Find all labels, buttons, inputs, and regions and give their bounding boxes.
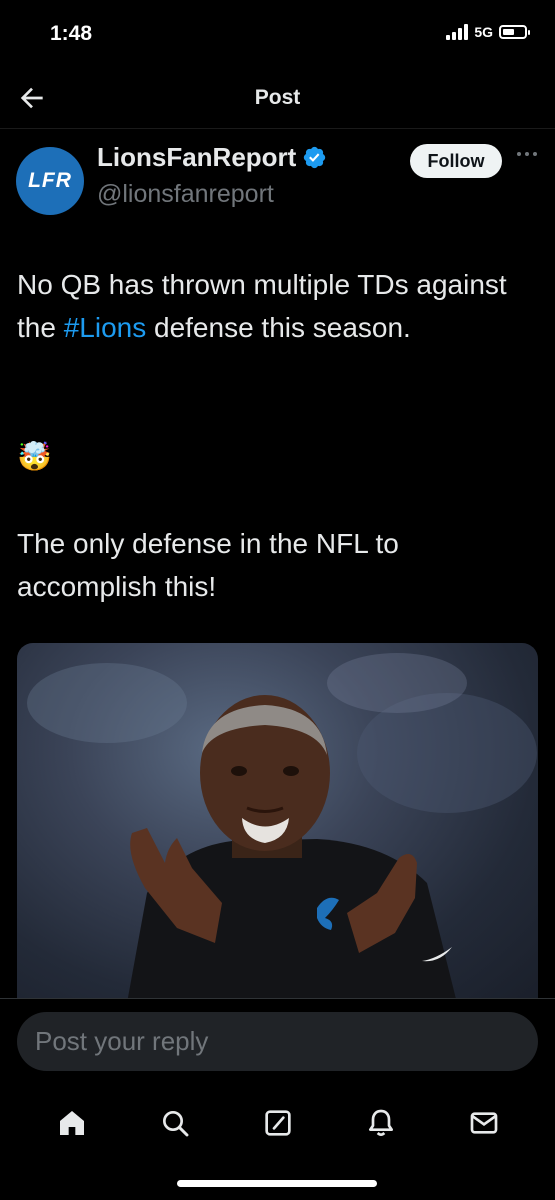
page-title: Post	[254, 86, 301, 109]
signal-icon	[446, 24, 469, 40]
top-bar: Post	[0, 70, 555, 128]
post-text: defense this season.	[146, 312, 411, 343]
network-label: 5G	[474, 24, 493, 40]
post-author: LFR LionsFanReport @lionsfanreport Follo…	[16, 142, 539, 222]
avatar[interactable]: LFR	[16, 147, 84, 215]
verified-badge-icon	[304, 146, 326, 169]
avatar-logo: LFR	[28, 169, 72, 192]
coach-photo-illustration	[27, 653, 537, 1003]
status-bar: 1:48 5G	[0, 0, 555, 70]
bottom-tab-bar	[0, 1088, 555, 1158]
home-indicator[interactable]	[177, 1180, 377, 1187]
follow-button[interactable]: Follow	[410, 144, 502, 178]
search-icon[interactable]	[157, 1105, 193, 1141]
post-text-paragraph-2: The only defense in the NFL to accomplis…	[17, 528, 399, 602]
more-options-icon[interactable]	[517, 148, 539, 160]
post-image[interactable]	[17, 643, 538, 1003]
status-time: 1:48	[50, 22, 93, 45]
status-indicators: 5G	[446, 24, 530, 40]
exploding-head-emoji: 🤯	[17, 441, 52, 472]
compose-icon[interactable]	[260, 1105, 296, 1141]
post-text-paragraph-1: No QB has thrown multiple TDs against th…	[17, 263, 515, 349]
home-icon[interactable]	[54, 1105, 90, 1141]
reply-input[interactable]	[17, 1012, 538, 1071]
hashtag-link[interactable]: #Lions	[64, 312, 147, 343]
author-name-row: LionsFanReport	[97, 142, 327, 173]
messages-icon[interactable]	[466, 1105, 502, 1141]
battery-icon	[499, 25, 530, 39]
reply-bar	[0, 998, 555, 1089]
author-name[interactable]: LionsFanReport	[97, 142, 296, 173]
notifications-icon[interactable]	[363, 1105, 399, 1141]
header-divider	[0, 128, 555, 129]
author-handle[interactable]: @lionsfanreport	[97, 180, 274, 209]
